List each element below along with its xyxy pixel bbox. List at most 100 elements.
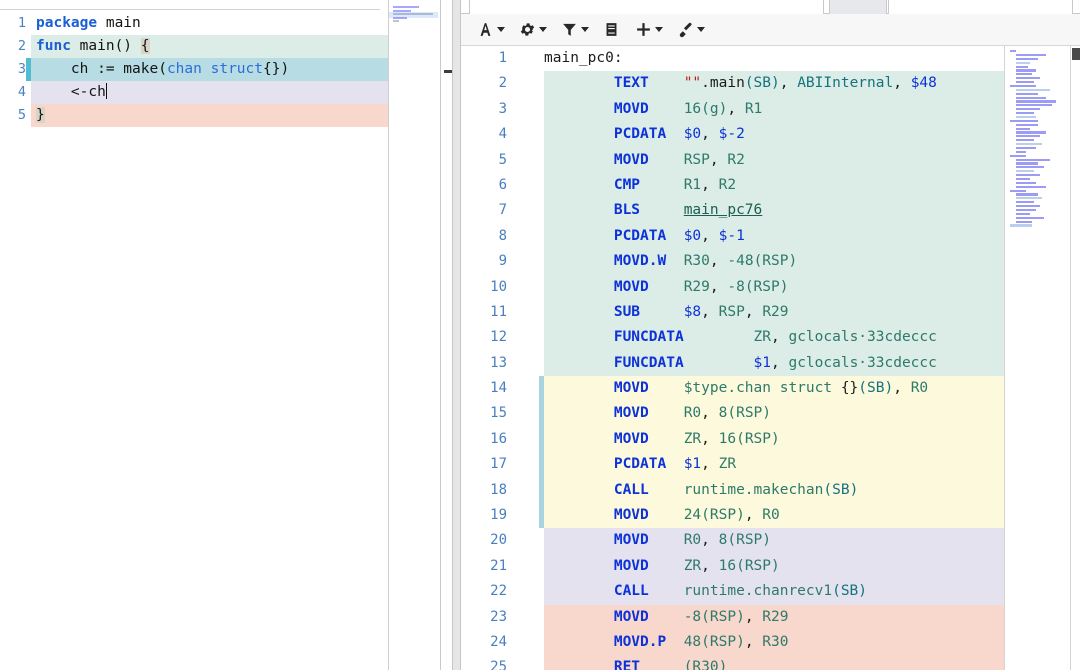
source-line-background <box>31 104 388 127</box>
disassembly-line[interactable]: 10 MOVD R29, -8(RSP) <box>461 274 1004 300</box>
minimap-line <box>1016 216 1044 219</box>
disassembly-line[interactable]: 24 MOVD.P 48(RSP), R30 <box>461 629 1004 656</box>
disassembly-line-text: MOVD.P 48(RSP), R30 <box>613 633 789 650</box>
minimap-line <box>1016 135 1040 138</box>
disassembly-line[interactable]: 23 MOVD -8(RSP), R29 <box>461 604 1004 630</box>
source-line[interactable]: 4 <-ch <box>0 81 390 104</box>
disassembly-line[interactable]: 14 MOVD $type.chan struct {}(SB), R0 <box>461 376 1004 402</box>
minimap-line <box>1016 108 1040 111</box>
minimap-line <box>1016 100 1056 103</box>
gear-icon <box>518 20 537 39</box>
chevron-down-icon[interactable] <box>539 27 547 32</box>
disassembly-line[interactable]: 13 FUNCDATA $1, gclocals·33cdeccc <box>461 350 1004 377</box>
disassembly-line[interactable]: 11 SUB $8, RSP, R29 <box>461 299 1004 326</box>
chevron-down-icon[interactable] <box>581 27 589 32</box>
disassembly-line-number: 1 <box>498 50 507 66</box>
scrollbar-thumb[interactable] <box>1072 48 1080 61</box>
disassembly-line[interactable]: 5 MOVD RSP, R2 <box>461 147 1004 173</box>
disassembly-line[interactable]: 15 MOVD R0, 8(RSP) <box>461 401 1004 427</box>
disassembly-line-number: 14 <box>490 380 507 397</box>
minimap-line <box>1016 143 1042 146</box>
disassembly-line[interactable]: 17 PCDATA $1, ZR <box>461 452 1004 478</box>
font-button[interactable] <box>471 18 510 42</box>
source-line-text: <-ch <box>36 83 108 100</box>
disassembly-line[interactable]: 9 MOVD.W R30, -48(RSP) <box>461 249 1004 275</box>
disassembly-line-text: TEXT "".main(SB), ABIInternal, $48 <box>613 75 937 92</box>
disassembly-minimap[interactable] <box>1004 46 1070 670</box>
disassembly-line-number: 23 <box>490 608 507 625</box>
minimap-line <box>1016 201 1034 204</box>
disassembly-line[interactable]: 1 main_pc0: <box>461 46 1004 72</box>
disassembly-line-number: 13 <box>490 354 507 371</box>
disassembly-line-number: 18 <box>490 481 507 498</box>
source-top-rule <box>0 0 380 10</box>
minimap-line <box>1016 150 1026 153</box>
disassembly-line-text: FUNCDATA $1, gclocals·33cdeccc <box>613 354 937 371</box>
disassembly-block-marker <box>539 401 544 427</box>
disassembly-body[interactable]: 1 main_pc0: 2 TEXT "".main(SB), ABIInterna… <box>461 46 1080 670</box>
disassembly-line-number: 7 <box>498 202 507 219</box>
editor-tab-0[interactable] <box>469 0 824 14</box>
minimap-line <box>1016 131 1046 134</box>
minimap-line <box>1016 112 1034 115</box>
disassembly-line[interactable]: 25 RET (R30) <box>461 655 1004 670</box>
disassembly-line[interactable]: 22 CALL runtime.chanrecv1(SB) <box>461 579 1004 605</box>
pane-divider <box>440 0 441 670</box>
chevron-down-icon[interactable] <box>697 27 705 32</box>
disassembly-line[interactable]: 7 BLS main_pc76 <box>461 198 1004 224</box>
vertical-splitter[interactable] <box>452 0 461 670</box>
minimap-line <box>1016 166 1044 169</box>
vertical-scrollbar[interactable] <box>1070 46 1080 670</box>
disassembly-line[interactable]: 6 CMP R1, R2 <box>461 172 1004 199</box>
disassembly-line-number: 12 <box>490 329 507 346</box>
disassembly-line-text: MOVD R0, 8(RSP) <box>613 532 772 549</box>
disassembly-line[interactable]: 4 PCDATA $0, $-2 <box>461 122 1004 148</box>
disassembly-line-text: PCDATA $1, ZR <box>613 456 737 473</box>
minimap-line <box>1016 81 1034 84</box>
disassembly-line[interactable]: 2 TEXT "".main(SB), ABIInternal, $48 <box>461 71 1004 97</box>
source-minimap[interactable] <box>388 0 441 670</box>
disassembly-line[interactable]: 8 PCDATA $0, $-1 <box>461 223 1004 250</box>
settings-button[interactable] <box>513 18 552 42</box>
disassembly-line-number: 22 <box>490 583 507 600</box>
disassembly-line-text: CALL runtime.chanrecv1(SB) <box>613 583 868 600</box>
disassembly-line[interactable]: 18 CALL runtime.makechan(SB) <box>461 477 1004 504</box>
highlight-button[interactable] <box>671 18 710 42</box>
list-view-button[interactable] <box>597 18 626 42</box>
disassembly-line-text: MOVD 24(RSP), R0 <box>613 507 780 524</box>
filter-button[interactable] <box>555 18 594 42</box>
source-line[interactable]: 5} <box>0 104 390 127</box>
disassembly-line[interactable]: 16 MOVD ZR, 16(RSP) <box>461 426 1004 453</box>
editor-tab-2[interactable] <box>888 0 1073 14</box>
editor-tab-1[interactable] <box>829 0 887 14</box>
disassembly-line[interactable]: 21 MOVD ZR, 16(RSP) <box>461 553 1004 580</box>
source-line-number: 1 <box>17 15 26 31</box>
list-book-icon <box>602 20 621 39</box>
disassembly-pane: 1 main_pc0: 2 TEXT "".main(SB), ABIInterna… <box>461 0 1080 670</box>
source-line-number: 3 <box>17 61 26 77</box>
minimap-line <box>1016 88 1050 91</box>
minimap-line <box>1016 123 1038 126</box>
disassembly-line-text: CMP R1, R2 <box>613 176 737 193</box>
disassembly-line[interactable]: 19 MOVD 24(RSP), R0 <box>461 503 1004 529</box>
disassembly-line-text: MOVD -8(RSP), R29 <box>613 608 789 625</box>
minimap-line <box>1016 96 1046 99</box>
disassembly-line[interactable]: 3 MOVD 16(g), R1 <box>461 96 1004 123</box>
source-line[interactable]: 2 func main() { <box>0 35 390 58</box>
disassembly-line-text: MOVD ZR, 16(RSP) <box>613 430 780 447</box>
minimap-line <box>1016 61 1030 64</box>
add-button[interactable] <box>629 18 668 42</box>
assembly-explorer-window: 1 package main 2 func main() {3 ch := make(… <box>0 0 1080 670</box>
minimap-line <box>1016 170 1034 173</box>
disassembly-line[interactable]: 20 MOVD R0, 8(RSP) <box>461 528 1004 554</box>
chevron-down-icon[interactable] <box>655 27 663 32</box>
disassembly-line-text: MOVD.W R30, -48(RSP) <box>613 253 798 270</box>
disassembly-line-text: CALL runtime.makechan(SB) <box>613 481 859 498</box>
disassembly-line[interactable]: 12 FUNCDATA ZR, gclocals·33cdeccc <box>461 325 1004 351</box>
disassembly-line-number: 21 <box>490 557 507 574</box>
chevron-down-icon[interactable] <box>497 27 505 32</box>
source-line-number: 2 <box>17 38 26 54</box>
go-source-code[interactable]: 1 package main 2 func main() {3 ch := make(… <box>0 12 390 127</box>
source-line[interactable]: 3 ch := make(chan struct{}) <box>0 58 390 81</box>
source-line[interactable]: 1 package main <box>0 12 390 35</box>
